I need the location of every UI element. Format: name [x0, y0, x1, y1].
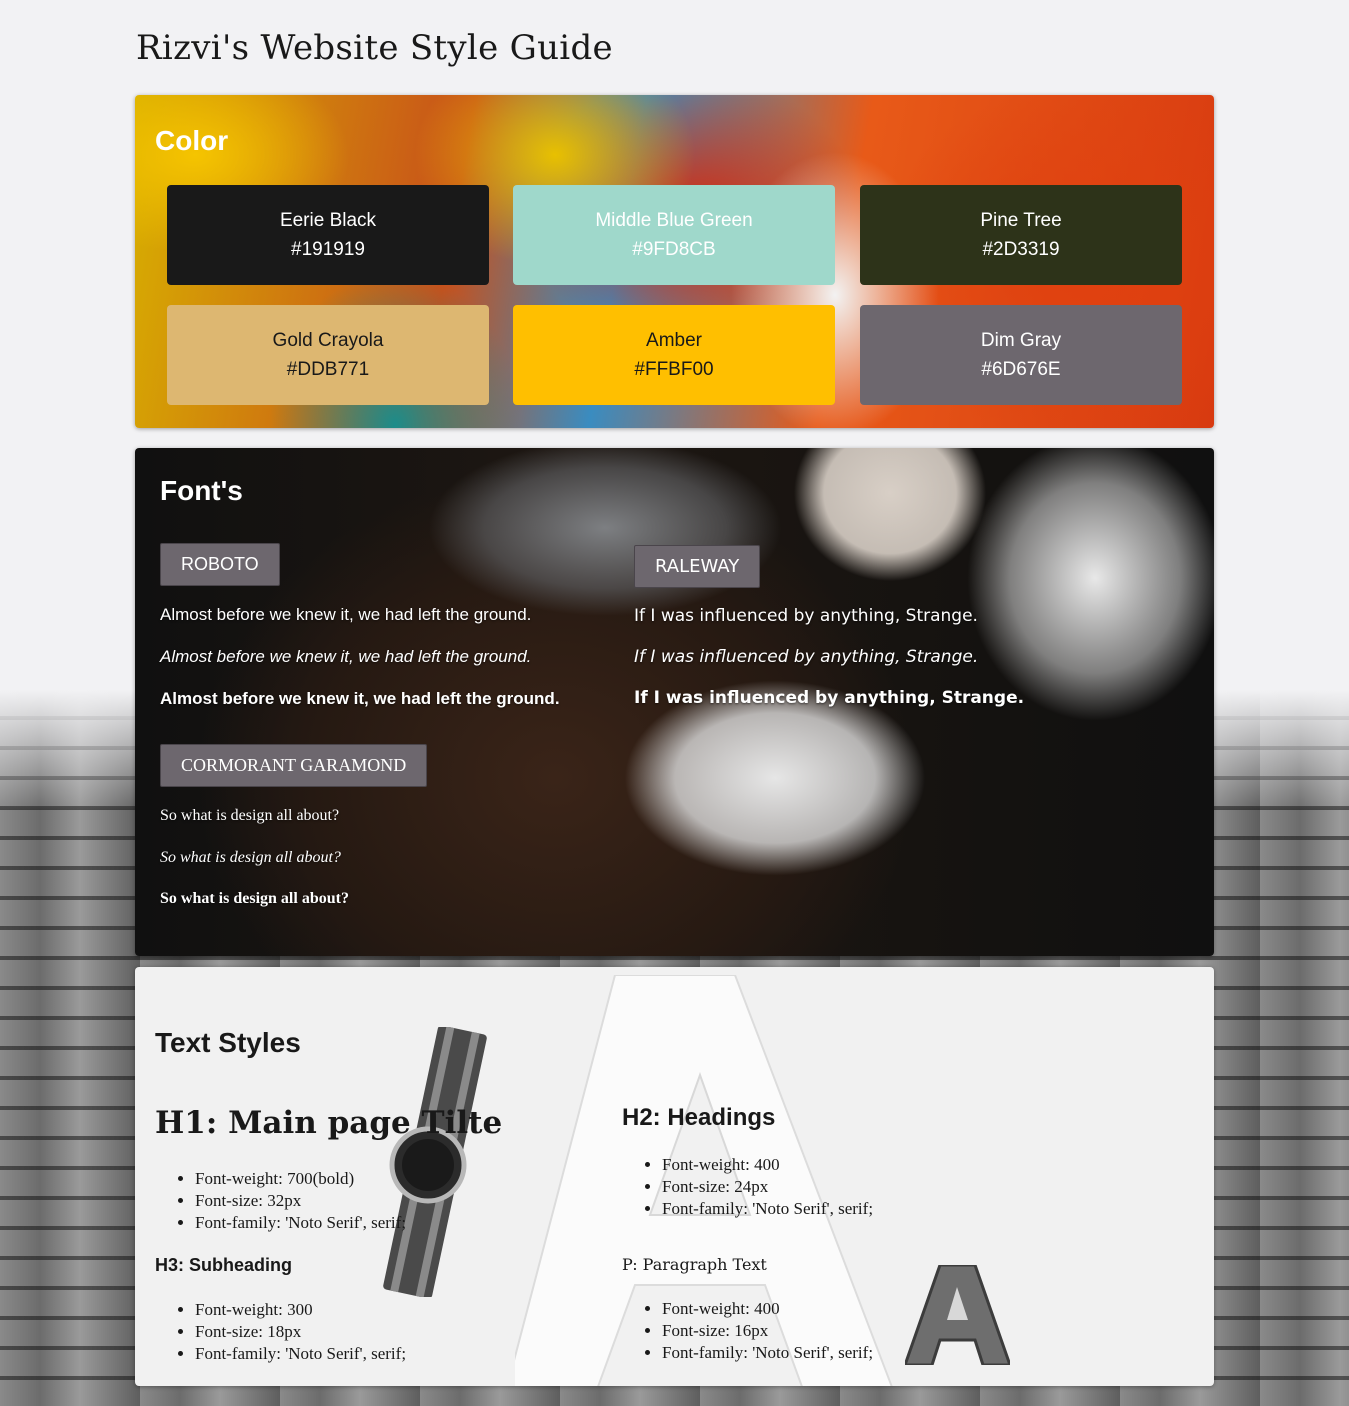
list-item: Font-weight: 400: [662, 1154, 873, 1176]
p-style-properties: Font-weight: 400 Font-size: 16px Font-fa…: [642, 1298, 873, 1364]
fonts-card: Font's ROBOTO Almost before we knew it, …: [135, 448, 1214, 956]
text-styles-title: Text Styles: [155, 1027, 301, 1058]
list-item: Font-weight: 700(bold): [195, 1168, 406, 1190]
raleway-button[interactable]: RALEWAY: [634, 545, 761, 588]
swatch-name: Pine Tree: [980, 210, 1062, 231]
raleway-bold-sample: If I was influenced by anything, Strange…: [634, 688, 1025, 708]
swatch-name: Eerie Black: [279, 210, 377, 231]
garamond-regular-sample: So what is design all about?: [160, 807, 340, 824]
h2-style-heading: H2: Headings: [622, 1104, 776, 1131]
list-item: Font-family: 'Noto Serif', serif;: [662, 1342, 873, 1364]
swatch-gold-crayola: Gold Crayola #DDB771: [167, 305, 489, 405]
text-styles-card: Text Styles H1: Main page Tilte Font-wei…: [135, 967, 1214, 1386]
swatch-hex: #2D3319: [982, 239, 1060, 260]
swatch-middle-blue-green: Middle Blue Green #9FD8CB: [513, 185, 835, 285]
swatch-hex: #9FD8CB: [632, 239, 716, 260]
swatch-hex: #DDB771: [286, 359, 370, 380]
garamond-italic-sample: So what is design all about?: [160, 849, 341, 866]
watch-decoration: [383, 1027, 487, 1297]
list-item: Font-size: 16px: [662, 1320, 873, 1342]
roboto-italic-sample: Almost before we knew it, we had left th…: [160, 647, 532, 666]
h3-style-properties: Font-weight: 300 Font-size: 18px Font-fa…: [175, 1299, 406, 1365]
h2-style-properties: Font-weight: 400 Font-size: 24px Font-fa…: [642, 1154, 873, 1220]
swatch-name: Middle Blue Green: [595, 210, 753, 231]
swatch-name: Dim Gray: [980, 330, 1062, 351]
roboto-bold-sample: Almost before we knew it, we had left th…: [160, 689, 560, 708]
color-card: Color Eerie Black #191919 Middle Blue Gr…: [135, 95, 1214, 428]
swatch-dim-gray: Dim Gray #6D676E: [860, 305, 1182, 405]
list-item: Font-size: 24px: [662, 1176, 873, 1198]
list-item: Font-size: 32px: [195, 1190, 406, 1212]
h3-style-heading: H3: Subheading: [155, 1255, 293, 1275]
fonts-section-title: Font's: [160, 475, 243, 506]
roboto-button[interactable]: ROBOTO: [160, 543, 280, 586]
list-item: Font-family: 'Noto Serif', serif;: [662, 1198, 873, 1220]
list-item: Font-family: 'Noto Serif', serif;: [195, 1343, 406, 1365]
cormorant-garamond-button[interactable]: CORMORANT GARAMOND: [160, 744, 428, 787]
list-item: Font-size: 18px: [195, 1321, 406, 1343]
list-item: Font-weight: 300: [195, 1299, 406, 1321]
swatch-hex: #6D676E: [981, 359, 1061, 380]
raleway-regular-sample: If I was influenced by anything, Strange…: [634, 606, 978, 626]
swatch-amber: Amber #FFBF00: [513, 305, 835, 405]
list-item: Font-weight: 400: [662, 1298, 873, 1320]
p-style-heading: P: Paragraph Text: [622, 1255, 767, 1274]
raleway-italic-sample: If I was influenced by anything, Strange…: [634, 647, 979, 667]
swatch-eerie-black: Eerie Black #191919: [167, 185, 489, 285]
swatch-name: Gold Crayola: [272, 330, 384, 351]
swatch-hex: #191919: [291, 239, 365, 260]
garamond-bold-sample: So what is design all about?: [160, 890, 349, 907]
swatch-name: Amber: [646, 330, 702, 351]
roboto-regular-sample: Almost before we knew it, we had left th…: [160, 605, 532, 624]
swatch-hex: #FFBF00: [634, 359, 714, 380]
swatch-pine-tree: Pine Tree #2D3319: [860, 185, 1182, 285]
h1-style-heading: H1: Main page Tilte: [155, 1105, 503, 1141]
metal-letter-a-decoration: [905, 1265, 1010, 1365]
h1-style-properties: Font-weight: 700(bold) Font-size: 32px F…: [175, 1168, 406, 1234]
list-item: Font-family: 'Noto Serif', serif;: [195, 1212, 406, 1234]
color-section-title: Color: [155, 125, 229, 156]
page-title: Rizvi's Website Style Guide: [136, 28, 613, 68]
